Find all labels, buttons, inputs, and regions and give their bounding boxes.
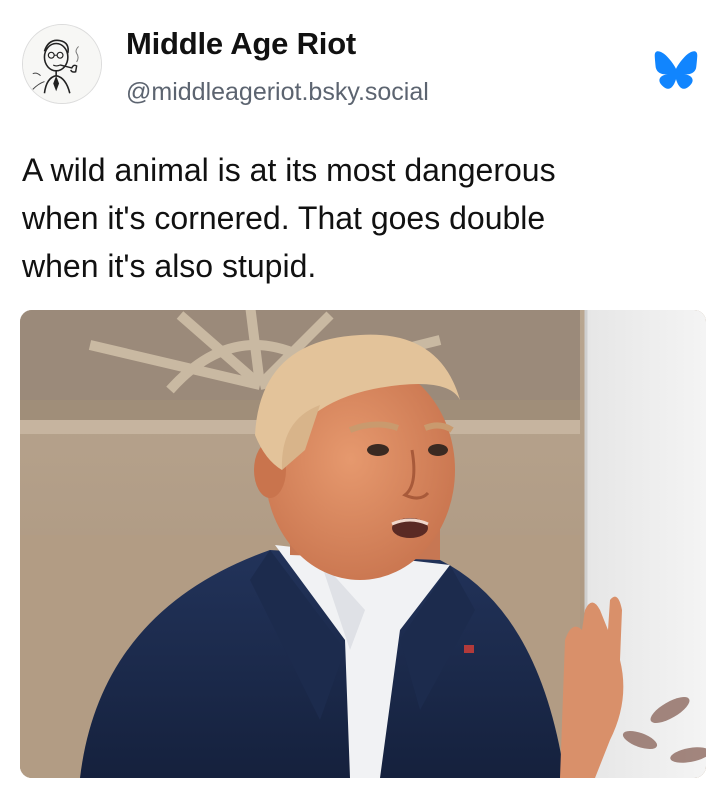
author-handle[interactable]: @middleageriot.bsky.social [126,78,429,107]
post-text: A wild animal is at its most dangerous w… [22,146,702,290]
man-smoking-pipe-sketch-icon [23,25,101,103]
post-text-line: when it's also stupid. [22,248,317,284]
bluesky-butterfly-icon [654,51,698,89]
photo-man-in-navy-suit-illustration [20,310,706,778]
author-avatar[interactable] [22,24,102,104]
author-display-name[interactable]: Middle Age Riot [126,26,356,62]
post-image[interactable] [20,310,706,778]
post-text-line: when it's cornered. That goes double [22,200,546,236]
post-text-line: A wild animal is at its most dangerous [22,152,556,188]
